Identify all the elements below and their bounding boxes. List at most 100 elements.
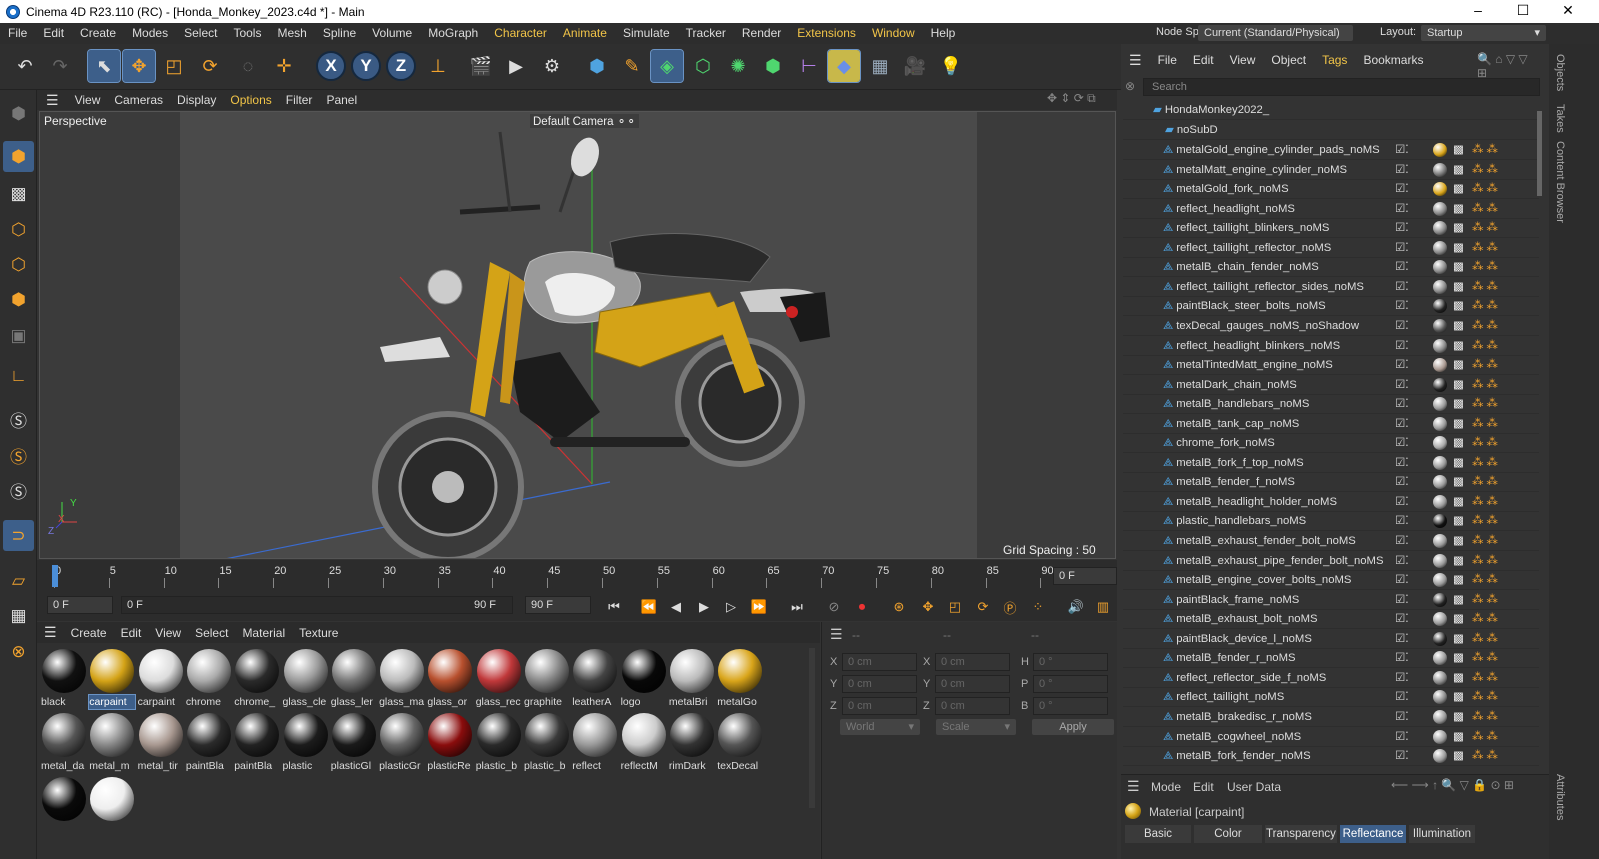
tags-icon[interactable]: ⁂ ⁂ [1472,493,1498,512]
material-swatch[interactable]: plastic_b [524,711,570,773]
object-row[interactable]: ⟁ plastic_handlebars_noMS ☑⁚ ▩ ⁂ ⁂ [1123,512,1539,532]
object-row[interactable]: ⟁ paintBlack_steer_bolts_noMS ☑⁚ ▩ ⁂ ⁂ [1123,297,1539,317]
node-space-dropdown[interactable]: Current (Standard/Physical) ▾ [1198,25,1353,55]
object-row[interactable]: ⟁ metalB_tank_cap_noMS ☑⁚ ▩ ⁂ ⁂ [1123,415,1539,434]
key-rotation-icon[interactable]: ⟳ [972,596,994,618]
material-tag-icon[interactable] [1433,221,1447,236]
tags-icon[interactable]: ⁂ ⁂ [1472,376,1498,395]
search-close-icon[interactable]: ⊗ [1125,79,1135,93]
timeline-playhead[interactable] [52,565,58,587]
texture-tag-icon[interactable]: ▩ [1453,688,1464,707]
material-swatch[interactable]: chrome_ [234,647,280,709]
tags-icon[interactable]: ⁂ ⁂ [1472,649,1498,668]
material-swatch[interactable]: glass_cle [283,647,329,709]
material-swatch[interactable]: black [41,647,87,709]
coord-value-field[interactable]: 0 cm [935,653,1010,671]
tab-transparency[interactable]: Transparency [1265,825,1337,843]
material-swatch[interactable]: logo [621,647,667,709]
object-row[interactable]: ⟁ metalTintedMatt_engine_noMS ☑⁚ ▩ ⁂ ⁂ [1123,356,1539,376]
object-row[interactable]: ⟁ chrome_fork_noMS ☑⁚ ▩ ⁂ ⁂ [1123,434,1539,454]
side-tab-takes[interactable]: Takes [1554,104,1566,133]
next-key-icon[interactable]: ⏩ [748,596,770,618]
texture-tag-icon[interactable]: ▩ [1453,434,1464,453]
mat-menu-view[interactable]: View [148,626,188,640]
material-tag-icon[interactable] [1433,299,1447,314]
material-tag-icon[interactable] [1433,514,1447,529]
material-swatch[interactable]: plasticGl [331,711,377,773]
material-swatch[interactable]: rimDark [669,711,715,773]
material-swatch[interactable]: glass_ma [379,647,425,709]
material-swatch[interactable]: plastic [283,711,329,773]
tags-icon[interactable]: ⁂ ⁂ [1472,473,1498,492]
tags-icon[interactable]: ⁂ ⁂ [1472,610,1498,629]
material-swatch[interactable] [89,775,135,837]
tags-icon[interactable]: ⁂ ⁂ [1472,239,1498,258]
points-mode-icon[interactable]: ⬡ [3,214,34,245]
material-swatch[interactable]: glass_rec [476,647,522,709]
menu-file[interactable]: File [0,23,35,44]
material-swatch[interactable]: reflect [572,711,618,773]
material-tag-icon[interactable] [1433,494,1447,509]
tags-icon[interactable]: ⁂ ⁂ [1472,297,1498,316]
visibility-check-icon[interactable]: ☑⁚ [1395,630,1409,649]
texture-tag-icon[interactable]: ▩ [1453,337,1464,356]
z-axis-lock-icon[interactable]: Z [386,51,416,81]
deformer-icon[interactable]: ⊢ [793,50,825,82]
magnet-icon[interactable]: ⊃ [3,520,34,551]
tags-icon[interactable]: ⁂ ⁂ [1472,141,1498,160]
texture-tag-icon[interactable]: ▩ [1453,473,1464,492]
texture-tag-icon[interactable]: ▩ [1453,512,1464,531]
tags-icon[interactable]: ⁂ ⁂ [1472,434,1498,453]
object-row[interactable]: ⟁ reflect_headlight_blinkers_noMS ☑⁚ ▩ ⁂ ⁂ [1123,337,1539,356]
material-tag-icon[interactable] [1433,749,1447,764]
texture-tag-icon[interactable]: ▩ [1453,356,1464,375]
object-row[interactable]: ⟁ metalGold_fork_noMS ☑⁚ ▩ ⁂ ⁂ [1123,180,1539,200]
object-row[interactable]: ⟁ metalB_cogwheel_noMS ☑⁚ ▩ ⁂ ⁂ [1123,728,1539,747]
material-tag-icon[interactable] [1433,397,1447,412]
menu-window[interactable]: Window [864,23,923,44]
tags-icon[interactable]: ⁂ ⁂ [1472,258,1498,277]
visibility-check-icon[interactable]: ☑⁚ [1395,415,1409,434]
menu-mesh[interactable]: Mesh [269,23,314,44]
coord-value-field[interactable]: 0 cm [842,697,917,715]
texture-tag-icon[interactable]: ▩ [1453,297,1464,316]
menu-edit[interactable]: Edit [35,23,72,44]
object-row[interactable]: ⟁ metalB_handlebars_noMS ☑⁚ ▩ ⁂ ⁂ [1123,395,1539,415]
coord-value-field[interactable]: 0 cm [935,697,1010,715]
obj-menu-view[interactable]: View [1222,53,1264,67]
object-row[interactable]: ⟁ metalB_exhaust_bolt_noMS ☑⁚ ▩ ⁂ ⁂ [1123,610,1539,630]
object-row[interactable]: ⟁ reflect_taillight_reflector_noMS ☑⁚ ▩ ⁂ ⁂ [1123,239,1539,258]
texture-tag-icon[interactable]: ▩ [1453,415,1464,434]
axis-mode-icon[interactable]: ∟ [3,360,34,391]
texture-tag-icon[interactable]: ▩ [1453,669,1464,688]
menu-help[interactable]: Help [923,23,964,44]
floor-icon[interactable]: ▦ [864,50,896,82]
prev-frame-icon[interactable]: ◀ [665,596,687,618]
recent-tool-icon[interactable]: ◌ [232,50,264,82]
menu-animate[interactable]: Animate [555,23,615,44]
subdivision-icon[interactable]: ◈ [650,49,684,83]
material-tag-icon[interactable] [1433,651,1447,666]
object-row[interactable]: ⟁ metalB_fender_f_noMS ☑⁚ ▩ ⁂ ⁂ [1123,473,1539,493]
make-editable-icon[interactable]: ⬢ [3,98,34,129]
extrude-icon[interactable]: ⬡ [687,50,719,82]
object-row[interactable]: ⟁ metalDark_chain_noMS ☑⁚ ▩ ⁂ ⁂ [1123,376,1539,395]
visibility-check-icon[interactable]: ☑⁚ [1395,610,1409,629]
prev-key-icon[interactable]: ⏪ [638,596,660,618]
object-row[interactable]: ⟁ metalB_fork_f_top_noMS ☑⁚ ▩ ⁂ ⁂ [1123,454,1539,473]
material-swatch[interactable]: chrome [186,647,232,709]
texture-tag-icon[interactable]: ▩ [1453,493,1464,512]
visibility-check-icon[interactable]: ☑⁚ [1395,728,1409,747]
scale-dropdown[interactable]: Scale ▾ [936,719,1016,735]
object-row[interactable]: ⟁ texDecal_gauges_noMS_noShadow ☑⁚ ▩ ⁂ ⁂ [1123,317,1539,336]
object-row[interactable]: ⟁ metalGold_engine_cylinder_pads_noMS ☑⁚ ▩… [1123,141,1539,160]
end-frame-field[interactable]: 90 F [525,596,591,614]
material-tag-icon[interactable] [1433,318,1447,333]
material-tag-icon[interactable] [1433,416,1447,431]
sound-icon[interactable]: 🔊 [1065,596,1087,618]
render-settings-icon[interactable]: ⚙ [536,50,568,82]
timeline-ruler[interactable]: 0 5 10 15 20 25 30 35 40 45 50 55 60 65 70 75 80 85 90 0 F [37,560,1117,592]
tags-icon[interactable]: ⁂ ⁂ [1472,630,1498,649]
object-row[interactable]: ⟁ metalB_engine_cover_bolts_noMS ☑⁚ ▩ ⁂ ⁂ [1123,571,1539,591]
cloner-icon[interactable]: ✺ [722,50,754,82]
